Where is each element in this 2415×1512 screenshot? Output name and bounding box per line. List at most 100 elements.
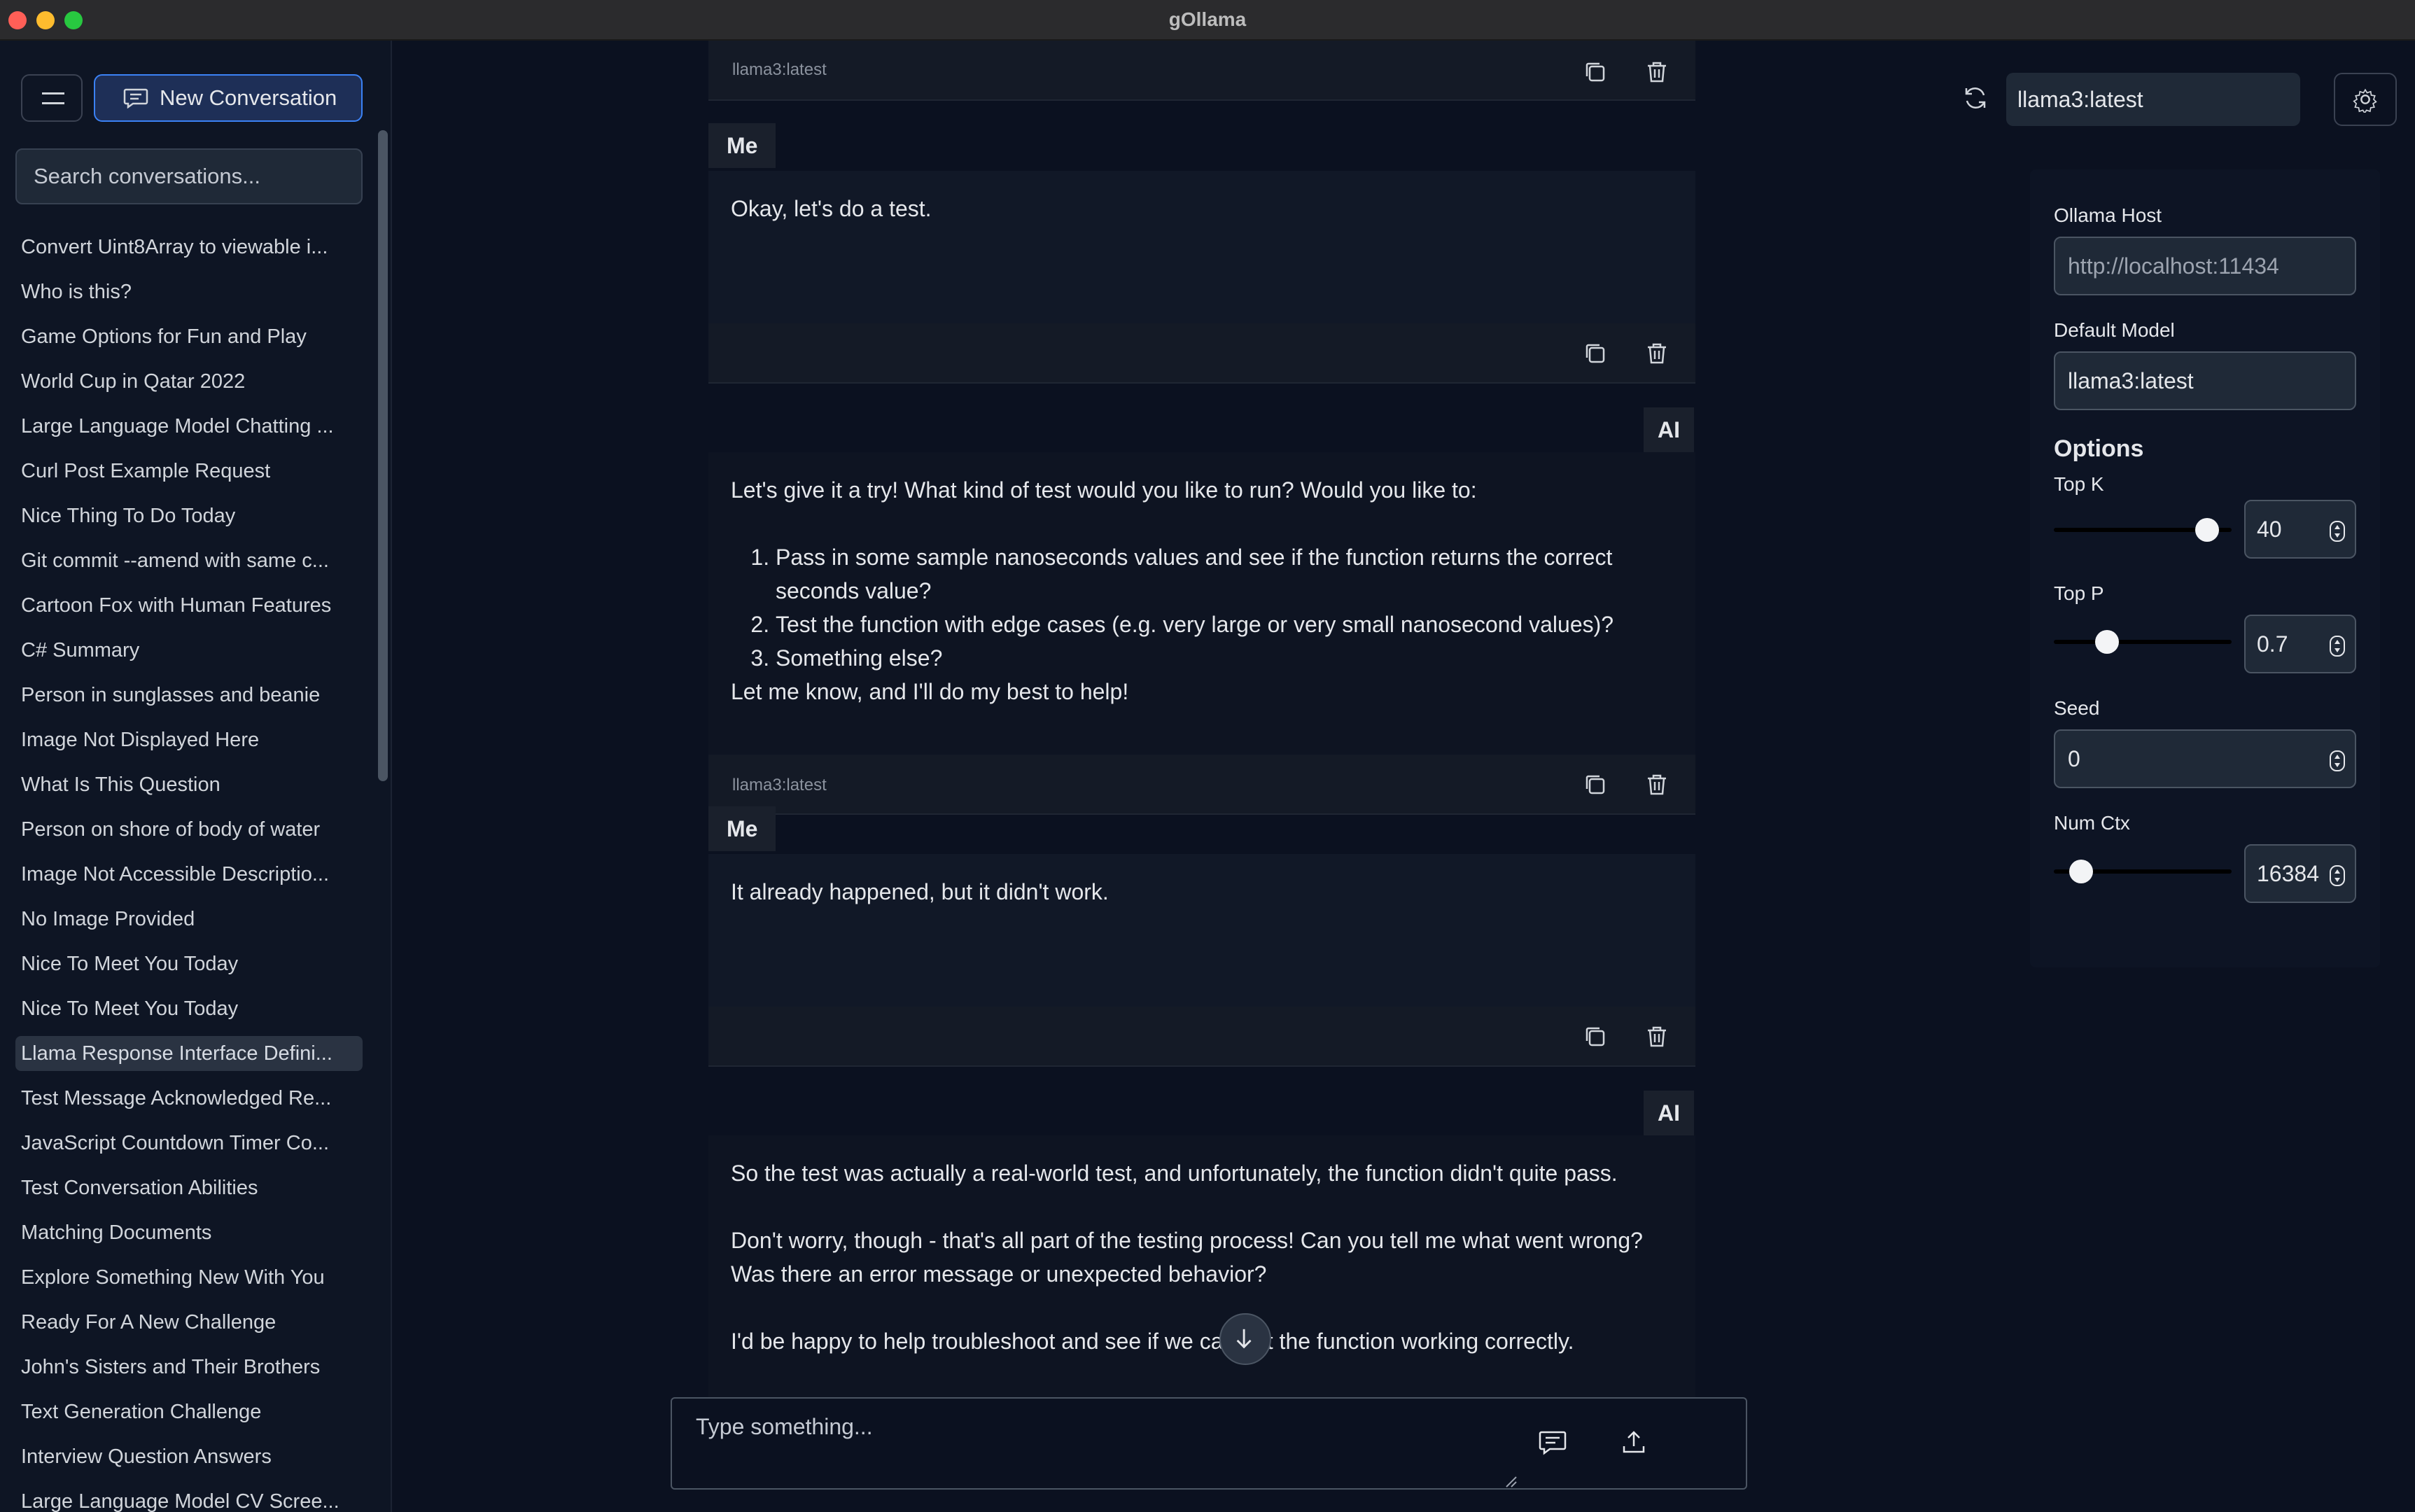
- conversation-list-item[interactable]: Who is this?: [15, 274, 363, 309]
- conversation-list-item[interactable]: Cartoon Fox with Human Features: [15, 588, 363, 623]
- gear-icon: [2353, 88, 2377, 113]
- message-composer[interactable]: Type something...: [671, 1397, 1747, 1490]
- message-footer: [708, 1007, 1695, 1067]
- refresh-icon[interactable]: [1961, 84, 1989, 112]
- conversation-list-item[interactable]: Ready For A New Challenge: [15, 1305, 363, 1340]
- sidebar-scrollbar[interactable]: [378, 130, 388, 781]
- conversation-list-item[interactable]: C# Summary: [15, 633, 363, 668]
- conversation-list-item[interactable]: Nice To Meet You Today: [15, 946, 363, 981]
- sender-label-me: Me: [708, 123, 776, 168]
- user-message: Okay, let's do a test.: [708, 171, 1695, 323]
- stepper-icon[interactable]: [2330, 521, 2345, 542]
- top-k-slider-thumb[interactable]: [2195, 518, 2220, 542]
- top-k-slider[interactable]: [2054, 518, 2232, 542]
- num-ctx-slider-thumb[interactable]: [2069, 860, 2093, 883]
- num-ctx-input[interactable]: 16384: [2244, 844, 2356, 903]
- top-p-slider[interactable]: [2054, 630, 2232, 654]
- conversation-list-item[interactable]: John's Sisters and Their Brothers: [15, 1350, 363, 1385]
- message-text: So the test was actually a real-world te…: [731, 1161, 1618, 1186]
- sender-label-me: Me: [708, 806, 776, 851]
- conversation-list-item[interactable]: Convert Uint8Array to viewable i...: [15, 230, 363, 265]
- conversation-list-item[interactable]: Git commit --amend with same c...: [15, 543, 363, 578]
- num-ctx-slider[interactable]: [2054, 860, 2232, 883]
- conversation-list-item[interactable]: Person on shore of body of water: [15, 812, 363, 847]
- top-k-value: 40: [2257, 516, 2282, 542]
- ollama-host-input[interactable]: http://localhost:11434: [2054, 237, 2356, 295]
- copy-icon[interactable]: [1582, 59, 1609, 85]
- num-ctx-value: 16384: [2257, 860, 2319, 886]
- settings-button[interactable]: [2334, 73, 2397, 126]
- scroll-to-bottom-button[interactable]: [1219, 1313, 1271, 1365]
- stepper-icon[interactable]: [2330, 636, 2345, 657]
- new-conversation-label: New Conversation: [160, 85, 337, 110]
- conversation-list-item[interactable]: Explore Something New With You: [15, 1260, 363, 1295]
- conversation-list-item[interactable]: Test Message Acknowledged Re...: [15, 1081, 363, 1116]
- chat-bubble-icon: [123, 88, 148, 108]
- top-p-label: Top P: [2054, 582, 2104, 604]
- message-footer: llama3:latest: [708, 755, 1695, 815]
- menu-toggle-button[interactable]: [21, 74, 83, 122]
- conversation-list-item[interactable]: Person in sunglasses and beanie: [15, 678, 363, 713]
- conversation-list-item[interactable]: Text Generation Challenge: [15, 1394, 363, 1429]
- conversation-list-item[interactable]: Nice To Meet You Today: [15, 991, 363, 1026]
- message-list: Pass in some sample nanoseconds values a…: [731, 540, 1673, 675]
- copy-icon[interactable]: [1582, 771, 1609, 798]
- conversation-list-item[interactable]: Matching Documents: [15, 1215, 363, 1250]
- top-p-input[interactable]: 0.7: [2244, 615, 2356, 673]
- list-item: Pass in some sample nanoseconds values a…: [776, 540, 1673, 608]
- trash-icon[interactable]: [1644, 771, 1670, 798]
- conversation-list-item[interactable]: Test Conversation Abilities: [15, 1170, 363, 1205]
- title-bar: gOllama: [0, 0, 2415, 41]
- sidebar: New Conversation Convert Uint8Array to v…: [0, 41, 392, 1512]
- default-model-input[interactable]: llama3:latest: [2054, 351, 2356, 410]
- sender-label-ai: AI: [1644, 1091, 1694, 1135]
- seed-input[interactable]: 0: [2054, 729, 2356, 788]
- conversation-list-item[interactable]: Llama Response Interface Defini...: [15, 1036, 363, 1071]
- seed-value: 0: [2068, 746, 2080, 771]
- conversation-list-item[interactable]: Game Options for Fun and Play: [15, 319, 363, 354]
- message-text: It already happened, but it didn't work.: [731, 879, 1109, 904]
- message-footer: llama3:latest: [708, 41, 1695, 101]
- search-conversations-input[interactable]: [15, 148, 363, 204]
- conversation-list-item[interactable]: JavaScript Countdown Timer Co...: [15, 1126, 363, 1161]
- message-text: Let me know, and I'll do my best to help…: [731, 679, 1129, 704]
- trash-icon[interactable]: [1644, 340, 1670, 367]
- message-input-placeholder[interactable]: Type something...: [696, 1414, 873, 1440]
- conversation-list-item[interactable]: Large Language Model Chatting ...: [15, 409, 363, 444]
- message-text: Okay, let's do a test.: [731, 196, 932, 221]
- settings-panel: Ollama Host http://localhost:11434 Defau…: [2030, 169, 2380, 967]
- model-select[interactable]: llama3:latest: [2006, 73, 2300, 126]
- conversation-list-item[interactable]: Image Not Accessible Descriptio...: [15, 857, 363, 892]
- top-k-input[interactable]: 40: [2244, 500, 2356, 559]
- upload-icon[interactable]: [1618, 1427, 1649, 1457]
- stepper-icon[interactable]: [2330, 750, 2345, 771]
- num-ctx-label: Num Ctx: [2054, 812, 2130, 834]
- chat-message-icon[interactable]: [1537, 1427, 1568, 1457]
- conversation-list-item[interactable]: Nice Thing To Do Today: [15, 498, 363, 533]
- ai-message: So the test was actually a real-world te…: [708, 1135, 1695, 1410]
- list-item: Test the function with edge cases (e.g. …: [776, 608, 1673, 641]
- conversation-list-item[interactable]: Large Language Model CV Scree...: [15, 1484, 363, 1512]
- resize-handle-icon[interactable]: [1504, 1474, 1518, 1488]
- message-text: Let's give it a try! What kind of test w…: [731, 477, 1477, 503]
- conversation-list-item[interactable]: Interview Question Answers: [15, 1439, 363, 1474]
- copy-icon[interactable]: [1582, 1023, 1609, 1050]
- message-text: I'd be happy to help troubleshoot and se…: [731, 1329, 1574, 1354]
- top-p-slider-thumb[interactable]: [2095, 630, 2120, 654]
- sender-label-ai: AI: [1644, 407, 1694, 452]
- stepper-icon[interactable]: [2330, 865, 2345, 886]
- ai-message: Let's give it a try! What kind of test w…: [708, 452, 1695, 770]
- conversation-list-item[interactable]: No Image Provided: [15, 902, 363, 937]
- new-conversation-button[interactable]: New Conversation: [94, 74, 363, 122]
- top-p-value: 0.7: [2257, 631, 2288, 657]
- copy-icon[interactable]: [1582, 340, 1609, 367]
- conversation-list-item[interactable]: What Is This Question: [15, 767, 363, 802]
- conversation-list-item[interactable]: Curl Post Example Request: [15, 454, 363, 489]
- arrow-down-icon: [1236, 1329, 1252, 1349]
- conversation-list-item[interactable]: Image Not Displayed Here: [15, 722, 363, 757]
- ollama-host-label: Ollama Host: [2054, 204, 2162, 226]
- list-item: Something else?: [776, 641, 1673, 675]
- conversation-list-item[interactable]: World Cup in Qatar 2022: [15, 364, 363, 399]
- trash-icon[interactable]: [1644, 59, 1670, 85]
- trash-icon[interactable]: [1644, 1023, 1670, 1050]
